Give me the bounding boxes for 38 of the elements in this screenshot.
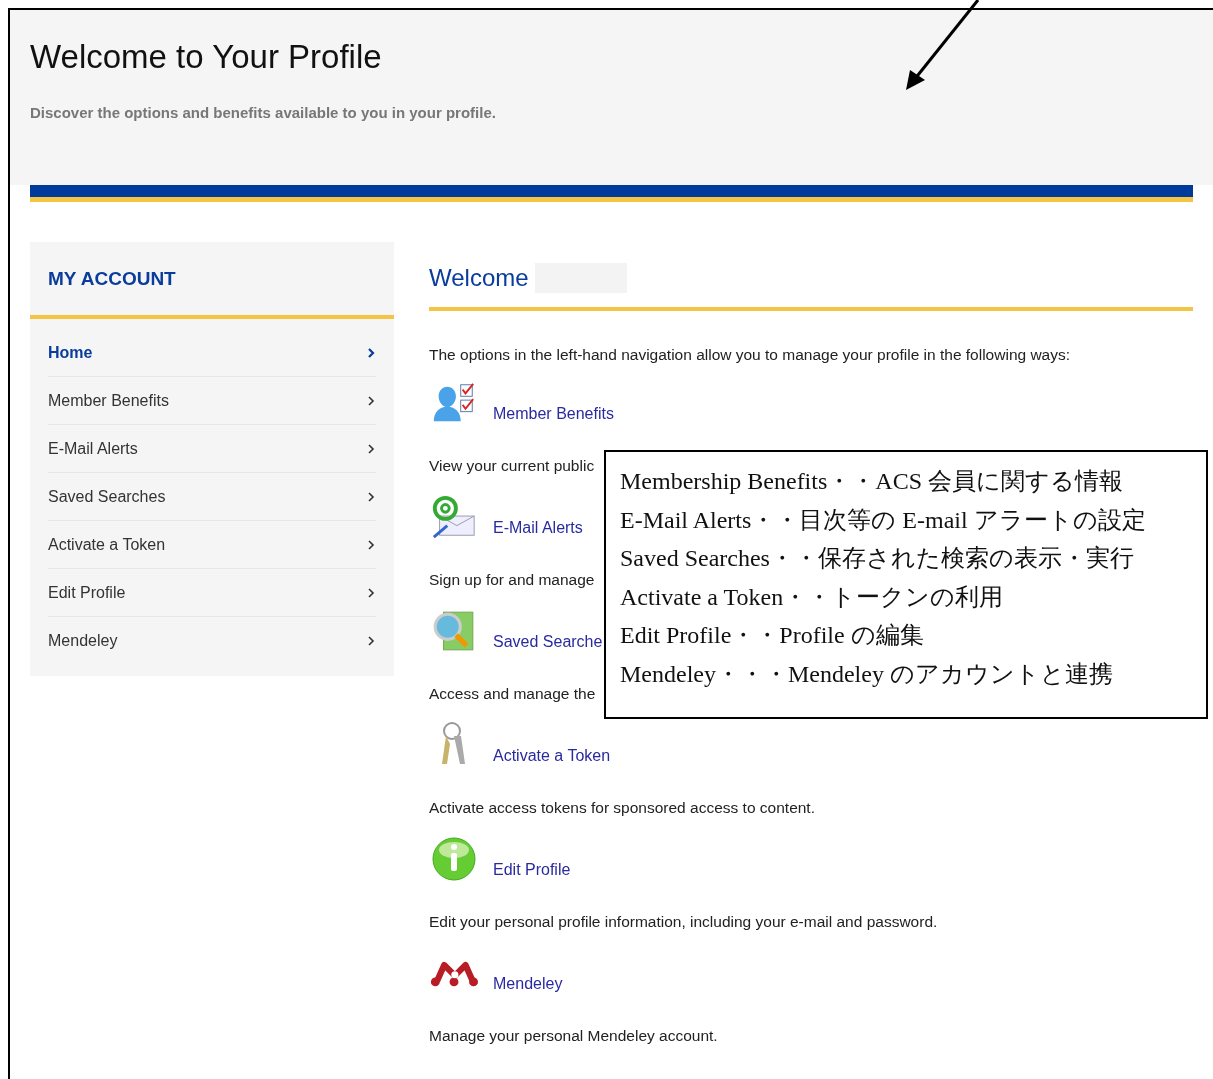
feature-link[interactable]: Activate a Token <box>493 747 611 765</box>
feature-description: View your current public <box>429 457 595 475</box>
feature-description: Activate access tokens for sponsored access to content. <box>429 799 815 817</box>
chevron-icon <box>366 346 376 359</box>
feature-description: Access and manage the <box>429 685 596 703</box>
intro-text: The options in the left-hand navigation allow you to manage your profile in the following ways: <box>429 346 1072 364</box>
annotation-line: Mendeley・・・Mendeley のアカウントと連携 <box>620 659 1114 689</box>
chevron-icon <box>366 490 376 503</box>
feature-link[interactable]: Member Benefits <box>493 405 614 423</box>
feature-link[interactable]: Edit Profile <box>493 861 571 879</box>
chevron-icon <box>366 442 376 455</box>
chevron-icon <box>366 634 376 647</box>
nav-item[interactable]: Home <box>48 329 376 377</box>
chevron-icon <box>366 538 376 551</box>
annotation-line: Saved Searches・・保存された検索の表示・実行 <box>620 544 1135 574</box>
welcome-heading: Welcome <box>429 264 529 292</box>
nav-item[interactable]: Edit Profile <box>48 569 376 617</box>
nav-item[interactable]: Saved Searches <box>48 473 376 521</box>
annotation-line: Edit Profile・・Profile の編集 <box>620 621 925 651</box>
email-at-icon <box>430 494 478 540</box>
annotation-line: E-Mail Alerts・・目次等の E-mail アラートの設定 <box>620 505 1147 535</box>
feature-link[interactable]: E-Mail Alerts <box>493 519 583 537</box>
nav-item[interactable]: E-Mail Alerts <box>48 425 376 473</box>
page-subtitle: Discover the options and benefits available to you in your profile. <box>30 104 497 121</box>
chevron-icon <box>366 586 376 599</box>
nav-item[interactable]: Mendeley <box>48 617 376 664</box>
info-icon <box>430 836 478 882</box>
sidebar-title: MY ACCOUNT <box>30 242 394 319</box>
feature-description: Edit your personal profile information, including your e-mail and password. <box>429 913 938 931</box>
feature-link[interactable]: Mendeley <box>493 975 563 993</box>
chevron-icon <box>366 394 376 407</box>
page-title: Welcome to Your Profile <box>30 38 383 76</box>
feature-description: Manage your personal Mendeley account. <box>429 1027 718 1045</box>
nav-item[interactable]: Activate a Token <box>48 521 376 569</box>
feature-description: Sign up for and manage <box>429 571 595 589</box>
annotation-line: Activate a Token・・トークンの利用 <box>620 582 1005 612</box>
nav-item[interactable]: Member Benefits <box>48 377 376 425</box>
feature-link[interactable]: Saved Searche <box>493 633 603 651</box>
